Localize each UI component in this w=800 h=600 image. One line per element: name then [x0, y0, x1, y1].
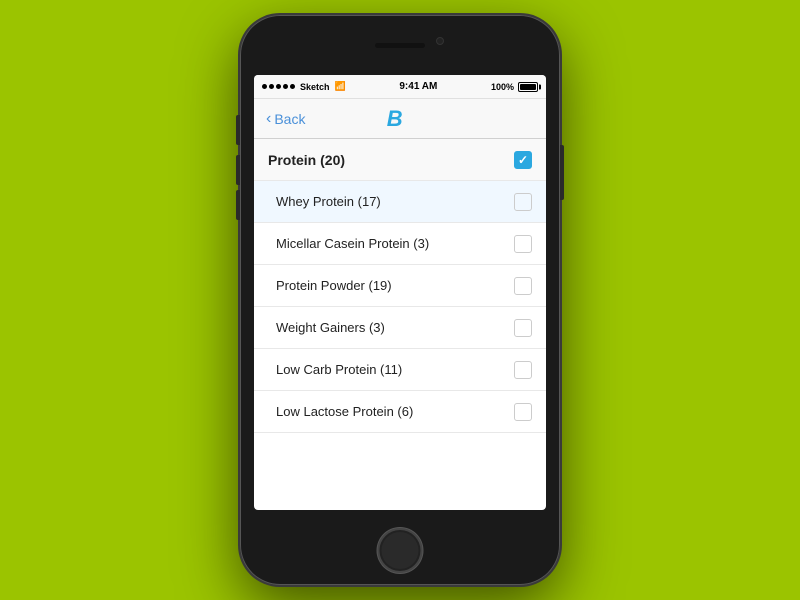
battery-percentage: 100%: [491, 82, 514, 92]
wifi-icon: 📶: [335, 81, 346, 92]
item-checkbox-0[interactable]: [514, 193, 532, 211]
parent-label: Protein (20): [268, 152, 345, 168]
list-item[interactable]: Weight Gainers (3): [254, 307, 546, 349]
status-left: Sketch 📶: [262, 81, 346, 92]
back-button[interactable]: ‹ Back: [266, 111, 305, 127]
status-bar: Sketch 📶 9:41 AM 100%: [254, 75, 546, 99]
signal-dot-1: [262, 84, 267, 89]
list-item[interactable]: Low Carb Protein (11): [254, 349, 546, 391]
item-label: Low Lactose Protein (6): [276, 404, 413, 419]
battery-bar: [518, 82, 538, 92]
item-checkbox-4[interactable]: [514, 361, 532, 379]
item-checkbox-1[interactable]: [514, 235, 532, 253]
phone-body: Sketch 📶 9:41 AM 100% ‹ Back: [240, 15, 560, 585]
list-item[interactable]: Whey Protein (17): [254, 181, 546, 223]
camera: [436, 37, 444, 45]
battery-fill: [520, 84, 536, 90]
carrier-label: Sketch: [300, 82, 330, 92]
list-item[interactable]: Protein Powder (19): [254, 265, 546, 307]
item-checkbox-3[interactable]: [514, 319, 532, 337]
item-checkbox-5[interactable]: [514, 403, 532, 421]
speaker: [375, 43, 425, 48]
signal-dot-4: [283, 84, 288, 89]
signal-dot-2: [269, 84, 274, 89]
parent-checkbox[interactable]: [514, 151, 532, 169]
back-chevron-icon: ‹: [266, 111, 271, 127]
home-button[interactable]: [378, 528, 423, 573]
list-item[interactable]: Micellar Casein Protein (3): [254, 223, 546, 265]
phone-frame: Sketch 📶 9:41 AM 100% ‹ Back: [240, 15, 560, 585]
item-label: Low Carb Protein (11): [276, 362, 402, 377]
item-label: Micellar Casein Protein (3): [276, 236, 429, 251]
item-label: Weight Gainers (3): [276, 320, 385, 335]
status-time: 9:41 AM: [399, 81, 437, 92]
signal-dot-3: [276, 84, 281, 89]
parent-list-item[interactable]: Protein (20): [254, 139, 546, 181]
category-list: Protein (20) Whey Protein (17) Micellar …: [254, 139, 546, 433]
item-label: Whey Protein (17): [276, 194, 381, 209]
nav-bar: ‹ Back B: [254, 99, 546, 139]
brand-logo: B: [387, 106, 403, 132]
battery-icon: [518, 82, 538, 92]
status-right: 100%: [491, 82, 538, 92]
item-checkbox-2[interactable]: [514, 277, 532, 295]
screen: Sketch 📶 9:41 AM 100% ‹ Back: [254, 75, 546, 510]
list-item[interactable]: Low Lactose Protein (6): [254, 391, 546, 433]
signal-dot-5: [290, 84, 295, 89]
signal-dots: [262, 84, 295, 89]
back-label: Back: [274, 111, 305, 127]
item-label: Protein Powder (19): [276, 278, 392, 293]
